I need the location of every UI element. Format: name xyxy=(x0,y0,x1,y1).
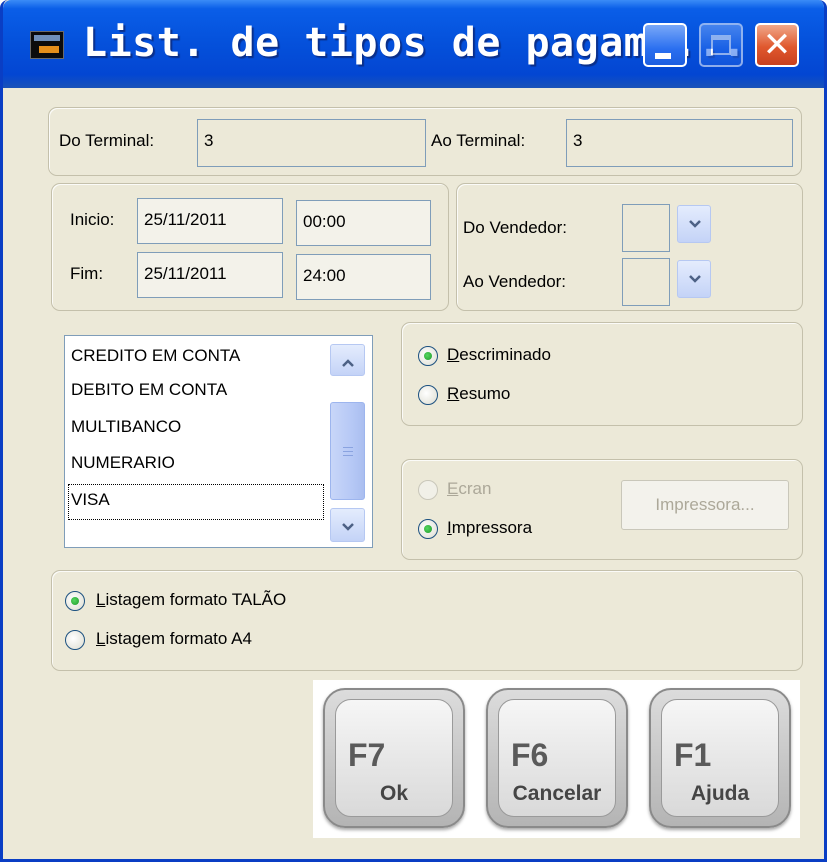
cancel-key: F6 xyxy=(511,737,549,773)
end-date-field[interactable]: 25/11/2011 xyxy=(137,252,283,298)
cancel-label: Cancelar xyxy=(512,782,602,805)
format-talao-label[interactable]: Listagem formato TALÃO xyxy=(96,590,286,610)
list-item[interactable]: NUMERARIO xyxy=(71,453,175,473)
to-terminal-label: Ao Terminal: xyxy=(431,131,526,150)
from-seller-combo[interactable] xyxy=(622,204,670,252)
help-button-face: F1 Ajuda xyxy=(661,699,779,817)
to-terminal-field[interactable]: 3 xyxy=(566,119,793,167)
list-item[interactable]: MULTIBANCO xyxy=(71,417,181,437)
impressora-radio[interactable] xyxy=(418,519,438,539)
start-label: Inicio: xyxy=(70,210,115,229)
help-button[interactable]: F1 Ajuda xyxy=(649,688,791,828)
to-seller-combo[interactable] xyxy=(622,258,670,306)
from-terminal-label: Do Terminal: xyxy=(59,131,155,150)
help-key: F1 xyxy=(674,737,712,773)
format-a4-radio[interactable] xyxy=(65,630,85,650)
app-icon xyxy=(30,31,64,59)
impressora-label[interactable]: Impressora xyxy=(447,518,532,538)
payment-types-list[interactable]: CREDITO EM CONTA DEBITO EM CONTA MULTIBA… xyxy=(64,335,373,548)
close-icon: ✕ xyxy=(762,25,792,65)
format-talao-radio[interactable] xyxy=(65,591,85,611)
minimize-button[interactable] xyxy=(643,23,687,67)
descriminado-radio[interactable] xyxy=(418,346,438,366)
scroll-grip-line xyxy=(343,447,353,448)
end-label: Fim: xyxy=(70,264,104,283)
help-label: Ajuda xyxy=(690,782,750,805)
to-seller-dropdown-button[interactable] xyxy=(677,260,711,298)
report-dialog: List. de tipos de pagame... ✕ Do Termina… xyxy=(0,0,827,862)
close-button[interactable]: ✕ xyxy=(755,23,799,67)
chevron-down-icon xyxy=(342,523,354,531)
chevron-up-icon xyxy=(342,359,354,367)
ok-button-face: F7 Ok xyxy=(335,699,453,817)
focused-item-outline xyxy=(68,484,324,520)
resumo-radio[interactable] xyxy=(418,385,438,405)
from-seller-dropdown-button[interactable] xyxy=(677,205,711,243)
from-terminal-field[interactable]: 3 xyxy=(197,119,426,167)
end-time-field[interactable]: 24:00 xyxy=(296,254,431,300)
chevron-down-icon xyxy=(689,275,701,283)
maximize-icon xyxy=(711,35,731,55)
format-a4-label[interactable]: Listagem formato A4 xyxy=(96,629,252,649)
ecran-radio xyxy=(418,480,438,500)
ok-key: F7 xyxy=(348,737,386,773)
descriminado-label[interactable]: Descriminado xyxy=(447,345,551,365)
chevron-down-icon xyxy=(689,220,701,228)
title-bar[interactable]: List. de tipos de pagame... ✕ xyxy=(3,0,824,88)
detail-group xyxy=(401,322,803,426)
list-item[interactable]: DEBITO EM CONTA xyxy=(71,380,227,400)
list-item[interactable]: CREDITO EM CONTA xyxy=(71,346,240,366)
scroll-grip-line xyxy=(343,451,353,452)
from-seller-label: Do Vendedor: xyxy=(463,218,567,237)
ecran-label: Ecran xyxy=(447,479,492,498)
resumo-label[interactable]: Resumo xyxy=(447,384,510,404)
ok-button[interactable]: F7 Ok xyxy=(323,688,465,828)
maximize-button[interactable] xyxy=(699,23,743,67)
start-date-field[interactable]: 25/11/2011 xyxy=(137,198,283,244)
cancel-button[interactable]: F6 Cancelar xyxy=(486,688,628,828)
ok-label: Ok xyxy=(379,782,408,805)
start-time-field[interactable]: 00:00 xyxy=(296,200,431,246)
format-group xyxy=(51,570,803,671)
scroll-up-button[interactable] xyxy=(330,344,365,376)
cancel-button-face: F6 Cancelar xyxy=(498,699,616,817)
scrollbar-thumb[interactable] xyxy=(330,402,365,500)
scroll-grip-line xyxy=(343,455,353,456)
printer-setup-button: Impressora... xyxy=(621,480,789,530)
minimize-icon xyxy=(655,53,671,59)
to-seller-label: Ao Vendedor: xyxy=(463,272,567,291)
scroll-down-button[interactable] xyxy=(330,508,365,542)
